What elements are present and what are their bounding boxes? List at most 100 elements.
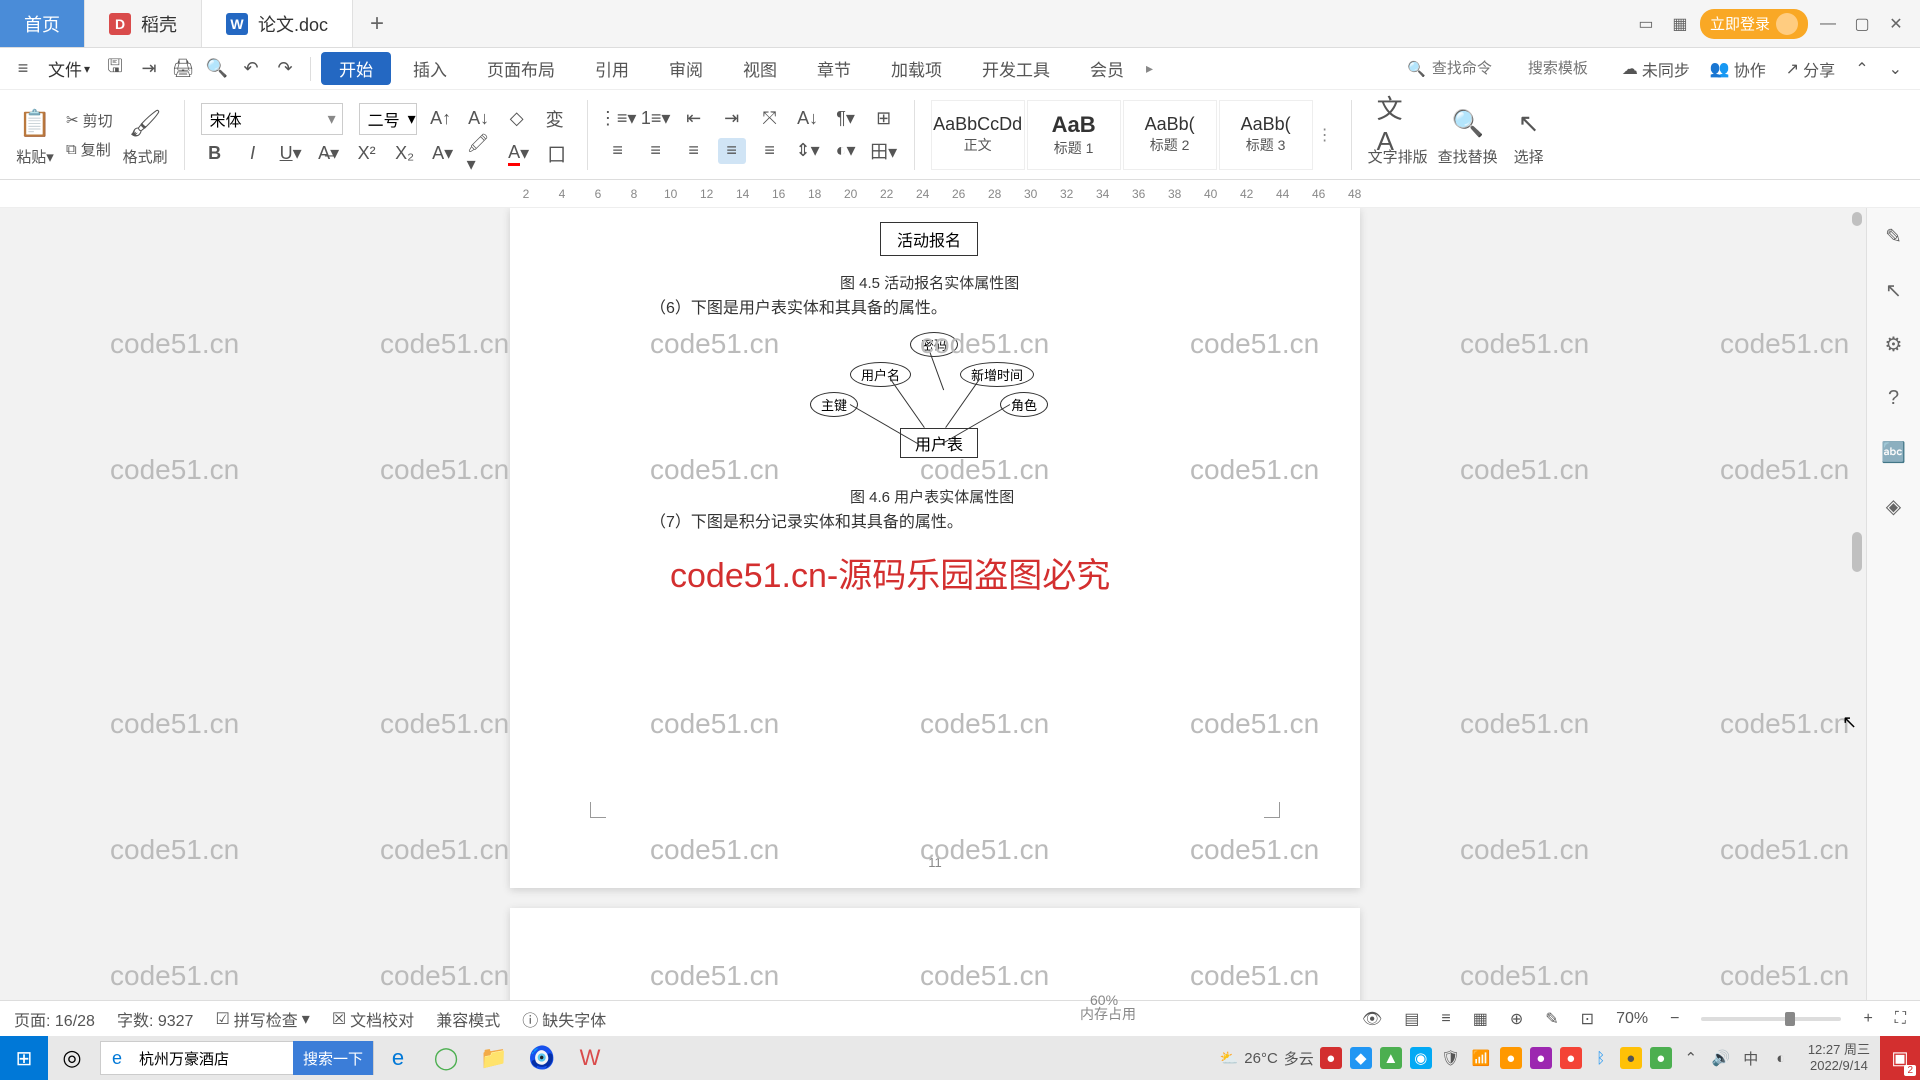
taskbar-search[interactable]: e 搜索一下 xyxy=(100,1041,374,1075)
missing-font-button[interactable]: ⓘ缺失字体 xyxy=(522,1007,606,1031)
app-ie-icon[interactable]: e xyxy=(374,1036,422,1080)
ribbon-expand-icon[interactable]: ⌄ xyxy=(1889,59,1902,79)
menu-tab-start[interactable]: 开始 xyxy=(321,52,391,85)
pen-tool-icon[interactable]: ✎ xyxy=(1880,222,1908,250)
chevron-down-icon[interactable]: ▾ xyxy=(322,109,342,129)
menu-tab-review[interactable]: 审阅 xyxy=(651,52,721,85)
clear-format-icon[interactable]: ◇ xyxy=(503,106,531,132)
apps-grid-icon[interactable]: ▦ xyxy=(1666,10,1694,38)
borders-icon[interactable]: 田▾ xyxy=(870,138,898,164)
view-page-icon[interactable]: ▤ xyxy=(1404,1009,1419,1029)
proofread-button[interactable]: ☒文档校对 xyxy=(332,1007,414,1031)
style-heading2[interactable]: AaBb(标题 2 xyxy=(1123,100,1217,170)
highlight-button[interactable]: 🖍▾ xyxy=(467,141,495,167)
taskbar-search-input[interactable] xyxy=(133,1050,293,1067)
settings-slider-icon[interactable]: ⚙ xyxy=(1880,330,1908,358)
number-list-icon[interactable]: 1≡▾ xyxy=(642,106,670,132)
select-group[interactable]: ↖ 选择 xyxy=(1508,102,1550,167)
tray-app5-icon[interactable]: ● xyxy=(1500,1047,1522,1069)
menu-tab-reference[interactable]: 引用 xyxy=(577,52,647,85)
tab-new[interactable]: + xyxy=(353,0,401,47)
increase-indent-icon[interactable]: ⇥ xyxy=(718,106,746,132)
superscript-button[interactable]: X² xyxy=(353,141,381,167)
show-marks-icon[interactable]: ¶▾ xyxy=(832,106,860,132)
view-draft-icon[interactable]: ✎ xyxy=(1545,1009,1558,1029)
format-painter-group[interactable]: 🖌 格式刷 xyxy=(123,102,168,167)
translate-icon[interactable]: 🔤 xyxy=(1880,438,1908,466)
ribbon-collapse-icon[interactable]: ⌃ xyxy=(1855,59,1868,79)
scroll-thumb[interactable] xyxy=(1852,532,1862,572)
zoom-slider[interactable] xyxy=(1701,1017,1841,1021)
qat-preview-icon[interactable]: 🔍 xyxy=(202,54,232,84)
view-outline-icon[interactable]: ≡ xyxy=(1441,1010,1450,1028)
zoom-thumb[interactable] xyxy=(1785,1012,1795,1026)
app-explorer-icon[interactable]: 📁 xyxy=(470,1036,518,1080)
horizontal-ruler[interactable]: 2468101214161820222426283032343638404244… xyxy=(0,180,1920,208)
font-size-input[interactable] xyxy=(360,110,408,128)
align-left-icon[interactable]: ≡ xyxy=(604,138,632,164)
taskbar-search-go[interactable]: 搜索一下 xyxy=(293,1041,373,1075)
sync-status[interactable]: ☁未同步 xyxy=(1622,57,1690,81)
tray-ime-icon[interactable]: 中 xyxy=(1740,1047,1762,1069)
menu-tab-chapter[interactable]: 章节 xyxy=(799,52,869,85)
zoom-in-button[interactable]: + xyxy=(1863,1010,1872,1028)
align-right-icon[interactable]: ≡ xyxy=(680,138,708,164)
tray-app10-icon[interactable]: ◐ xyxy=(1770,1047,1792,1069)
font-name-input[interactable] xyxy=(202,110,322,128)
sort-icon[interactable]: A↓ xyxy=(794,106,822,132)
align-center-icon[interactable]: ≡ xyxy=(642,138,670,164)
underline-button[interactable]: U▾ xyxy=(277,141,305,167)
subscript-button[interactable]: X₂ xyxy=(391,141,419,167)
char-border-button[interactable]: 囗 xyxy=(543,141,571,167)
tray-shield-icon[interactable]: 🛡 xyxy=(1440,1047,1462,1069)
tray-app9-icon[interactable]: ● xyxy=(1650,1047,1672,1069)
tray-app3-icon[interactable]: ▲ xyxy=(1380,1047,1402,1069)
notification-center[interactable]: ▣2 xyxy=(1880,1036,1920,1080)
style-normal[interactable]: AaBbCcDd正文 xyxy=(931,100,1025,170)
app-wps-icon[interactable]: W xyxy=(566,1036,614,1080)
style-heading3[interactable]: AaBb(标题 3 xyxy=(1219,100,1313,170)
tray-wifi-icon[interactable]: 📶 xyxy=(1470,1047,1492,1069)
qat-redo-icon[interactable]: ↷ xyxy=(270,54,300,84)
menu-tab-pagelayout[interactable]: 页面布局 xyxy=(469,52,573,85)
document-page[interactable]: 活动报名 图 4.5 活动报名实体属性图 （6）下图是用户表实体和其具备的属性。… xyxy=(510,208,1360,888)
help-icon[interactable]: ? xyxy=(1880,384,1908,412)
share-button[interactable]: ↗分享 xyxy=(1786,57,1835,81)
tray-bluetooth-icon[interactable]: ᛒ xyxy=(1590,1047,1612,1069)
chevron-down-icon[interactable]: ▾ xyxy=(408,109,416,129)
menu-hamburger-icon[interactable]: ≡ xyxy=(8,54,38,84)
qat-save-icon[interactable]: 🖫 xyxy=(100,54,130,84)
select-tool-icon[interactable]: ↖ xyxy=(1880,276,1908,304)
cut-button[interactable]: ✂剪切 xyxy=(66,110,113,131)
bullet-list-icon[interactable]: ⋮≡▾ xyxy=(604,106,632,132)
tray-app8-icon[interactable]: ● xyxy=(1620,1047,1642,1069)
strikethrough-button[interactable]: A̶▾ xyxy=(315,141,343,167)
search-command[interactable]: 🔍 xyxy=(1407,60,1618,78)
qat-print-icon[interactable]: 🖨 xyxy=(168,54,198,84)
shading-icon[interactable]: ◐▾ xyxy=(832,138,860,164)
spellcheck-button[interactable]: ☑拼写检查▾ xyxy=(215,1007,309,1031)
copy-button[interactable]: ⧉复制 xyxy=(66,139,113,160)
styles-more-icon[interactable]: ⋮ xyxy=(1315,100,1335,170)
find-replace-group[interactable]: 🔍 查找替换 xyxy=(1438,102,1498,167)
align-justify-icon[interactable]: ≡ xyxy=(718,138,746,164)
view-web-icon[interactable]: ▦ xyxy=(1473,1009,1488,1029)
text-effect-button[interactable]: A▾ xyxy=(429,141,457,167)
tray-volume-icon[interactable]: 🔊 xyxy=(1710,1047,1732,1069)
taskview-icon[interactable]: ◎ xyxy=(48,1036,96,1080)
text-layout-group[interactable]: 文A 文字排版 xyxy=(1368,102,1428,167)
menu-tab-member[interactable]: 会员 xyxy=(1072,52,1142,85)
vertical-scrollbar[interactable] xyxy=(1850,212,1864,1036)
font-size-combo[interactable]: ▾ xyxy=(359,103,417,135)
phonetic-icon[interactable]: 変 xyxy=(541,106,569,132)
tray-app7-icon[interactable]: ● xyxy=(1560,1047,1582,1069)
tab-document[interactable]: W 论文.doc xyxy=(202,0,353,47)
zoom-out-button[interactable]: − xyxy=(1670,1010,1679,1028)
eye-icon[interactable]: 👁 xyxy=(1362,1009,1382,1029)
scroll-up-icon[interactable] xyxy=(1852,212,1862,226)
align-distribute-icon[interactable]: ≡ xyxy=(756,138,784,164)
search-template-input[interactable] xyxy=(1528,60,1618,77)
tabs-icon[interactable]: ⊞ xyxy=(870,106,898,132)
minimize-button[interactable]: — xyxy=(1814,10,1842,38)
view-read-icon[interactable]: ⊕ xyxy=(1510,1009,1523,1029)
